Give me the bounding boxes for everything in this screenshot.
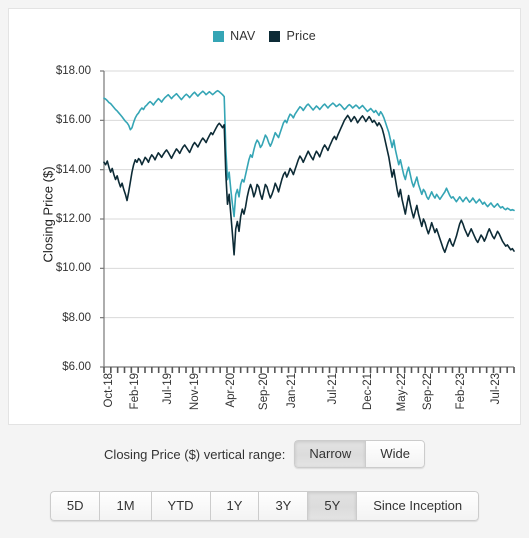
vertical-range-button-group: Narrow Wide [294,440,425,469]
series-line-price [103,114,515,256]
x-axis-tick-labels: Oct-18 Feb-19 Jul-19 Nov-19 Apr-20 Sep-20 Jan-… [9,373,522,425]
x-tick-label: Sep-22 [422,373,435,411]
chart-page: NAV Price Closing Price ($) $18.00 $16.00 $… [0,0,529,538]
x-tick-label: Sep-20 [257,373,270,411]
time-range-control: 5D 1M YTD 1Y 3Y 5Y Since Inception [0,491,529,522]
x-tick-label: Jul-19 [162,373,175,405]
vertical-range-option-wide[interactable]: Wide [365,440,425,469]
time-range-option-5d[interactable]: 5D [49,491,100,522]
x-tick-label: Nov-19 [188,373,201,411]
plot-area: Closing Price ($) $18.00 $16.00 $14.00 $12.… [9,9,522,426]
vertical-range-option-narrow[interactable]: Narrow [294,440,366,469]
x-tick-label: Feb-19 [129,373,142,410]
x-tick-label: Jan-21 [285,373,298,409]
x-tick-label: Oct-18 [103,373,115,408]
chart-card: NAV Price Closing Price ($) $18.00 $16.00 $… [8,8,521,425]
time-range-option-1y[interactable]: 1Y [209,491,259,522]
x-tick-label: Jul-21 [326,373,339,405]
vertical-range-control: Closing Price ($) vertical range: Narrow… [0,440,529,469]
time-range-option-since-inception[interactable]: Since Inception [356,491,480,522]
x-tick-label: Jul-23 [489,373,502,405]
vertical-range-label: Closing Price ($) vertical range: [104,446,286,462]
chart-svg [100,70,515,373]
time-range-option-5y[interactable]: 5Y [307,491,357,522]
x-tick-label: Dec-21 [361,373,374,411]
x-tick-label: Apr-20 [224,373,237,408]
time-range-option-3y[interactable]: 3Y [258,491,308,522]
x-tick-label: May-22 [396,373,409,412]
time-range-button-group: 5D 1M YTD 1Y 3Y 5Y Since Inception [49,491,480,522]
x-tick-label: Feb-23 [455,373,468,410]
time-range-option-1m[interactable]: 1M [99,491,151,522]
time-range-option-ytd[interactable]: YTD [150,491,210,522]
